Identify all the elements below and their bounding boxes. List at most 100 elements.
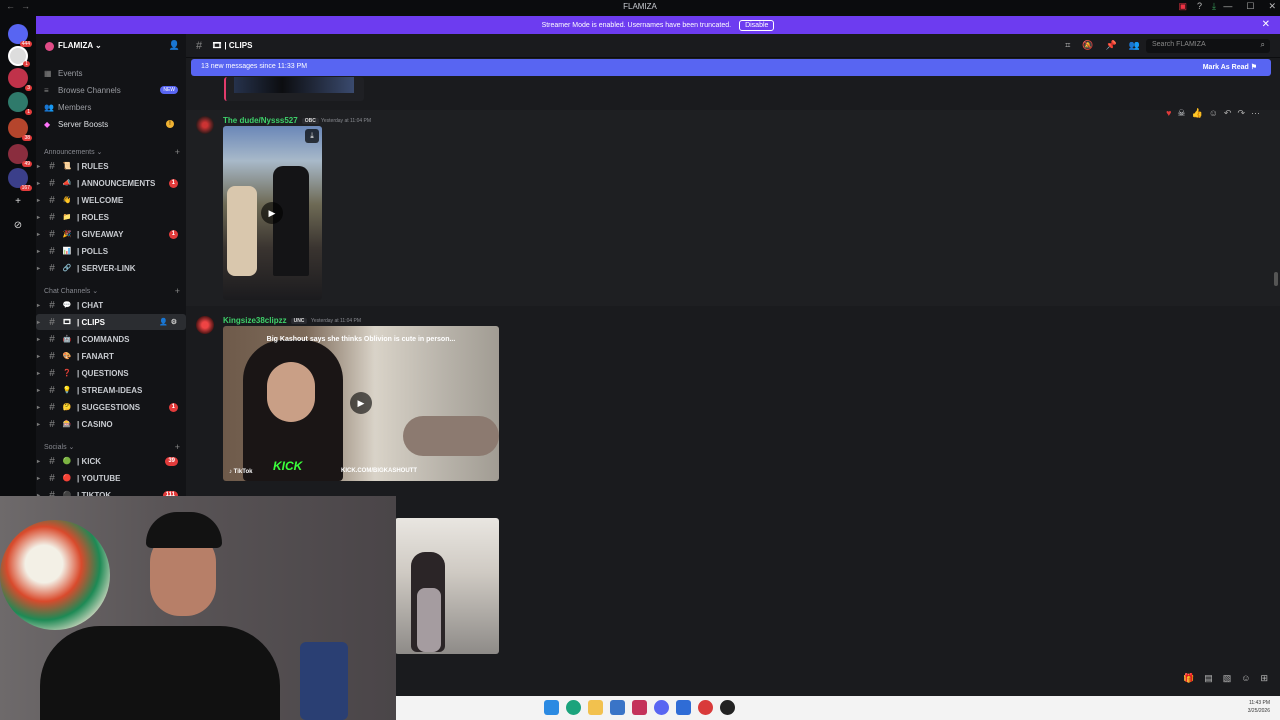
add-reaction-icon[interactable]: ☺: [1209, 108, 1218, 119]
collapse-arrow-icon: ▸: [37, 353, 41, 360]
app-icon[interactable]: [698, 700, 713, 715]
apps-icon[interactable]: ⊞: [1260, 673, 1268, 684]
add-channel-icon[interactable]: +: [175, 147, 180, 157]
channel-item[interactable]: ▸ # 🎉 | GIVEAWAY 1: [36, 226, 186, 242]
channel-emoji-icon: 🎉: [62, 231, 72, 238]
sticker-icon[interactable]: ▧: [1223, 673, 1232, 684]
gif-icon[interactable]: ▤: [1204, 673, 1213, 684]
channel-item[interactable]: ▸ # 💬 | CHAT: [36, 297, 186, 313]
channel-item[interactable]: ▸ # 🔴 | YOUTUBE: [36, 470, 186, 486]
more-icon[interactable]: ⋯: [1251, 108, 1260, 119]
discord-icon[interactable]: [654, 700, 669, 715]
message-author[interactable]: Kingsize38clipzz UNC: [223, 316, 308, 325]
unread-badge: 1: [168, 402, 178, 412]
scrollbar-thumb[interactable]: [1274, 272, 1278, 286]
hash-icon: #: [49, 262, 55, 274]
minimize-icon[interactable]: —: [1223, 1, 1232, 12]
nav-server-boosts[interactable]: ◆ Server Boosts !: [44, 117, 180, 131]
emoji-icon[interactable]: ☺: [1241, 673, 1250, 684]
channel-item[interactable]: ▸ # 🎨 | FANART: [36, 348, 186, 364]
channel-item[interactable]: ▸ # 📊 | POLLS: [36, 243, 186, 259]
video-attachment[interactable]: Big Kashout says she thinks Oblivion is …: [223, 326, 499, 481]
server-icon[interactable]: 167: [8, 168, 32, 191]
channel-item[interactable]: ▸ # ❓ | QUESTIONS: [36, 365, 186, 381]
server-icon[interactable]: 49: [8, 144, 32, 167]
nav-members[interactable]: 👥 Members: [44, 100, 180, 114]
discover-icon[interactable]: ⊘: [12, 220, 24, 232]
edge-icon[interactable]: [566, 700, 581, 715]
previous-embed[interactable]: [224, 77, 364, 101]
channel-item[interactable]: ▸ # 🟢 | KICK 39: [36, 453, 186, 469]
maximize-icon[interactable]: ☐: [1246, 1, 1254, 12]
reply-icon[interactable]: ↶: [1224, 108, 1232, 119]
category-socials[interactable]: Socials ⌄ +: [44, 442, 184, 452]
server-icon[interactable]: 38: [8, 118, 32, 141]
play-icon[interactable]: ▶: [261, 202, 283, 224]
channel-item[interactable]: ▸ # 👋 | WELCOME: [36, 192, 186, 208]
direct-messages-icon[interactable]: 444: [8, 24, 32, 47]
help-icon[interactable]: ?: [1197, 1, 1202, 12]
taskbar: 11:43 PM 3/25/2026: [396, 696, 1280, 720]
message-timestamp: Yesterday at 11:04 PM: [311, 318, 362, 324]
server-icon[interactable]: 3: [8, 68, 32, 91]
obs-icon[interactable]: [720, 700, 735, 715]
add-channel-icon[interactable]: +: [175, 286, 180, 296]
channel-item[interactable]: ▸ # 🤔 | SUGGESTIONS 1: [36, 399, 186, 415]
nav-events[interactable]: ▦ Events: [44, 66, 180, 80]
notifications-icon[interactable]: 🔕: [1082, 40, 1093, 51]
titlebar-tools: ▣ ? ⤓: [1178, 1, 1216, 12]
mark-as-read-button[interactable]: Mark As Read ⚑: [1203, 63, 1257, 71]
avatar[interactable]: [196, 116, 214, 134]
category-label: Socials: [44, 444, 67, 451]
nav-browse-channels[interactable]: ≡ Browse Channels NEW: [44, 83, 180, 97]
add-server-icon[interactable]: +: [12, 196, 24, 208]
channel-item[interactable]: ▸ # 🎰 | CASINO: [36, 416, 186, 432]
video-attachment[interactable]: ▶ ⤓: [223, 126, 322, 300]
channel-item[interactable]: ▸ # 🎞 | CLIPS 👤⚙: [36, 314, 186, 330]
play-icon[interactable]: ▶: [350, 392, 372, 414]
message-author[interactable]: The dude/Nysss527 OBC: [223, 116, 319, 125]
gift-icon[interactable]: 🎁: [1183, 673, 1194, 684]
threads-icon[interactable]: ⌗: [1065, 40, 1070, 51]
channel-item[interactable]: ▸ # 📁 | ROLES: [36, 209, 186, 225]
server-header[interactable]: FLAMIZA ⌄ 👤: [36, 39, 186, 55]
download-icon[interactable]: ⤓: [305, 129, 319, 143]
close-banner-icon[interactable]: ✕: [1262, 19, 1270, 30]
channel-settings-icon[interactable]: 👤⚙: [159, 318, 180, 326]
download-icon[interactable]: ⤓: [1212, 1, 1216, 12]
category-chat[interactable]: Chat Channels ⌄ +: [44, 286, 184, 296]
channel-emoji-icon: 🔗: [62, 265, 72, 272]
channel-item[interactable]: ▸ # 🔗 | SERVER-LINK: [36, 260, 186, 276]
heart-reaction-icon[interactable]: ♥: [1166, 108, 1171, 119]
add-channel-icon[interactable]: +: [175, 442, 180, 452]
avatar[interactable]: [196, 316, 214, 334]
new-messages-bar[interactable]: 13 new messages since 11:33 PM Mark As R…: [191, 59, 1271, 76]
server-icon[interactable]: 1: [8, 46, 30, 67]
thumbs-up-reaction-icon[interactable]: 👍: [1191, 108, 1202, 119]
channel-item[interactable]: ▸ # 📜 | RULES: [36, 158, 186, 174]
channel-emoji-icon: 🟢: [62, 458, 72, 465]
collapse-arrow-icon: ▸: [37, 163, 41, 170]
store-icon[interactable]: [610, 700, 625, 715]
inbox-icon[interactable]: ▣: [1178, 1, 1187, 12]
disable-streamer-button[interactable]: Disable: [739, 19, 775, 31]
member-list-icon[interactable]: 👥: [1129, 40, 1140, 51]
taskbar-clock[interactable]: 11:43 PM 3/25/2026: [1248, 699, 1270, 715]
channel-item[interactable]: ▸ # 📣 | ANNOUNCEMENTS 1: [36, 175, 186, 191]
invite-icon[interactable]: 👤: [169, 40, 180, 51]
app-icon[interactable]: [676, 700, 691, 715]
pin-icon[interactable]: 📌: [1106, 40, 1117, 51]
hash-icon: #: [49, 245, 55, 257]
explorer-icon[interactable]: [588, 700, 603, 715]
app-icon[interactable]: [632, 700, 647, 715]
channel-item[interactable]: ▸ # 💡 | STREAM-IDEAS: [36, 382, 186, 398]
image-attachment[interactable]: [395, 518, 499, 654]
start-icon[interactable]: [544, 700, 559, 715]
server-icon[interactable]: 1: [8, 92, 32, 115]
forward-icon[interactable]: ↷: [1237, 108, 1245, 119]
channel-item[interactable]: ▸ # 🤖 | COMMANDS: [36, 331, 186, 347]
category-announcements[interactable]: Announcements ⌄ +: [44, 147, 184, 157]
skull-reaction-icon[interactable]: ☠: [1177, 108, 1185, 119]
search-input[interactable]: Search FLAMIZA ⌕: [1146, 39, 1270, 53]
close-window-icon[interactable]: ✕: [1268, 1, 1276, 12]
